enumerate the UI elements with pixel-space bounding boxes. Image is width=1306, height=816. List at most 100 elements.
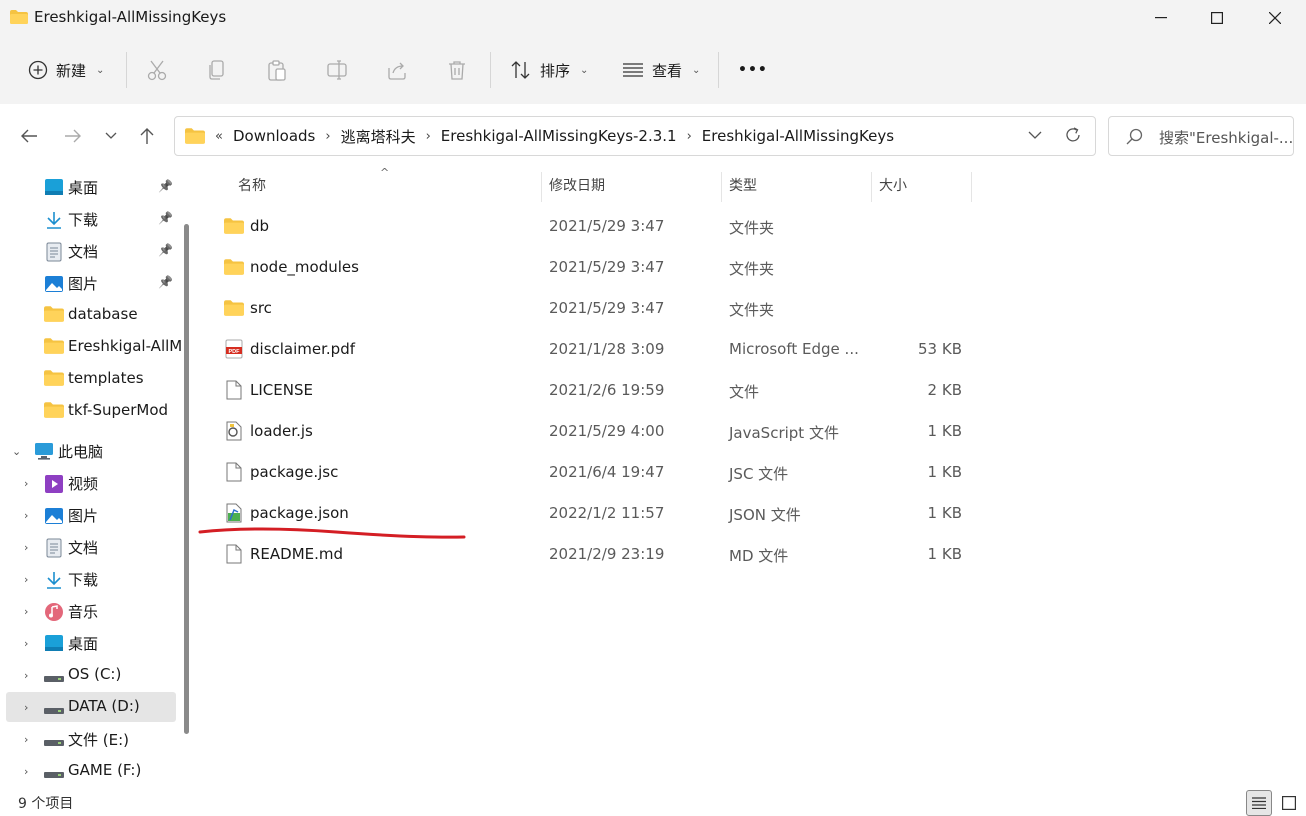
- sidebar-item[interactable]: 图片 📌: [0, 268, 178, 298]
- new-button[interactable]: 新建 ⌄: [28, 50, 104, 90]
- column-header-date[interactable]: 修改日期: [549, 168, 605, 202]
- file-row[interactable]: db 2021/5/29 3:47 文件夹: [196, 206, 996, 247]
- crumb-current[interactable]: Ereshkigal-AllMissingKeys: [702, 127, 894, 145]
- sidebar-item[interactable]: › DATA (D:): [6, 692, 176, 722]
- drive-icon: [44, 734, 64, 752]
- tiles-view-icon: [1282, 796, 1296, 810]
- chevron-right-icon[interactable]: ›: [24, 573, 28, 586]
- navigation-bar: « Downloads › 逃离塔科夫 › Ereshkigal-AllMiss…: [0, 104, 1306, 168]
- pc-icon: [34, 442, 54, 460]
- column-divider[interactable]: [541, 172, 542, 202]
- copy-button[interactable]: [206, 50, 228, 90]
- sidebar-item[interactable]: 桌面 📌: [0, 172, 178, 202]
- column-divider[interactable]: [971, 172, 972, 202]
- sidebar-item[interactable]: › GAME (F:): [0, 756, 178, 786]
- chevron-right-icon[interactable]: ›: [325, 129, 330, 144]
- file-row[interactable]: src 2021/5/29 3:47 文件夹: [196, 288, 996, 329]
- script-icon: [224, 421, 244, 441]
- chevron-right-icon[interactable]: ›: [24, 541, 28, 554]
- crumb-tarkov[interactable]: 逃离塔科夫: [341, 126, 416, 147]
- file-size: 1 KB: [927, 504, 962, 522]
- sidebar-item[interactable]: Ereshkigal-AllM: [0, 332, 182, 362]
- refresh-button[interactable]: [1063, 125, 1083, 149]
- share-icon: [388, 62, 406, 80]
- folder-icon: [44, 370, 64, 388]
- sidebar-item[interactable]: › 音乐: [0, 596, 178, 626]
- file-date: 2021/2/6 19:59: [549, 381, 665, 399]
- sort-button[interactable]: 排序 ⌄: [510, 50, 588, 90]
- search-input[interactable]: 搜索"Ereshkigal-...: [1159, 127, 1293, 148]
- recent-locations-button[interactable]: [96, 122, 126, 150]
- file-row[interactable]: node_modules 2021/5/29 3:47 文件夹: [196, 247, 996, 288]
- file-name: disclaimer.pdf: [250, 340, 355, 358]
- file-row[interactable]: package.jsc 2021/6/4 19:47 JSC 文件 1 KB: [196, 452, 996, 493]
- chevron-right-icon[interactable]: ›: [426, 129, 431, 144]
- pin-icon: 📌: [158, 179, 173, 193]
- file-row[interactable]: loader.js 2021/5/29 4:00 JavaScript 文件 1 KB: [196, 411, 996, 452]
- chevron-right-icon[interactable]: ›: [24, 605, 28, 618]
- sidebar-item[interactable]: 下载 📌: [0, 204, 178, 234]
- details-view-button[interactable]: [1246, 790, 1272, 816]
- column-header-type[interactable]: 类型: [729, 168, 757, 202]
- search-box[interactable]: 搜索"Ereshkigal-...: [1108, 116, 1294, 156]
- tiles-view-button[interactable]: [1276, 790, 1302, 816]
- share-button[interactable]: [386, 50, 408, 90]
- forward-button[interactable]: [58, 122, 88, 150]
- address-bar[interactable]: « Downloads › 逃离塔科夫 › Ereshkigal-AllMiss…: [174, 116, 1096, 156]
- chevron-down-icon[interactable]: ⌄: [12, 445, 21, 458]
- sidebar-item[interactable]: templates: [0, 364, 178, 394]
- chevron-right-icon[interactable]: ›: [24, 733, 28, 746]
- column-divider[interactable]: [721, 172, 722, 202]
- more-options-button[interactable]: •••: [738, 50, 768, 90]
- sidebar-item[interactable]: › 文档: [0, 532, 178, 562]
- sidebar-item[interactable]: ⌄ 此电脑: [0, 436, 178, 466]
- chevron-right-icon[interactable]: ›: [24, 669, 28, 682]
- sidebar-item[interactable]: 文档 📌: [0, 236, 178, 266]
- file-type: JSON 文件: [729, 506, 801, 524]
- overflow-crumb[interactable]: «: [215, 129, 223, 144]
- view-icon: [623, 63, 643, 77]
- folder-icon: [185, 128, 205, 144]
- file-name: README.md: [250, 545, 344, 563]
- delete-button[interactable]: [446, 50, 468, 90]
- sidebar-item[interactable]: › 图片: [0, 500, 178, 530]
- sidebar-item[interactable]: › 下载: [0, 564, 178, 594]
- sidebar-item[interactable]: › 视频: [0, 468, 178, 498]
- sidebar-item-label: templates: [68, 369, 144, 387]
- sidebar-item[interactable]: tkf-SuperMod: [0, 396, 178, 426]
- minimize-button[interactable]: [1132, 0, 1190, 36]
- sidebar-item[interactable]: database: [0, 300, 178, 330]
- search-icon: [1126, 128, 1143, 145]
- crumb-version[interactable]: Ereshkigal-AllMissingKeys-2.3.1: [441, 127, 677, 145]
- paste-button[interactable]: [266, 50, 288, 90]
- chevron-right-icon[interactable]: ›: [24, 637, 28, 650]
- sidebar-scrollbar[interactable]: [184, 224, 189, 734]
- rename-icon: [327, 60, 347, 80]
- file-row[interactable]: LICENSE 2021/2/6 19:59 文件 2 KB: [196, 370, 996, 411]
- back-button[interactable]: [14, 122, 44, 150]
- column-header-name[interactable]: 名称: [238, 168, 266, 202]
- chevron-right-icon[interactable]: ›: [24, 509, 28, 522]
- rename-button[interactable]: [326, 50, 348, 90]
- cut-button[interactable]: [146, 50, 168, 90]
- sidebar-item[interactable]: › 文件 (E:): [0, 724, 178, 754]
- up-button[interactable]: [132, 122, 162, 150]
- download-icon: [44, 210, 64, 229]
- chevron-down-icon: [105, 132, 117, 139]
- file-row[interactable]: PDF disclaimer.pdf 2021/1/28 3:09 Microsoft…: [196, 329, 996, 370]
- chevron-right-icon[interactable]: ›: [24, 765, 28, 778]
- chevron-right-icon[interactable]: ›: [24, 477, 28, 490]
- crumb-downloads[interactable]: Downloads: [233, 127, 315, 145]
- view-button[interactable]: 查看 ⌄: [622, 50, 700, 90]
- close-button[interactable]: [1246, 0, 1304, 36]
- folder-icon: [10, 10, 28, 24]
- sidebar-item[interactable]: › 桌面: [0, 628, 178, 658]
- file-date: 2021/5/29 3:47: [549, 217, 665, 235]
- chevron-right-icon[interactable]: ›: [687, 129, 692, 144]
- column-divider[interactable]: [871, 172, 872, 202]
- chevron-right-icon[interactable]: ›: [24, 701, 28, 714]
- column-header-size[interactable]: 大小: [879, 168, 907, 202]
- address-history-button[interactable]: [1027, 126, 1043, 148]
- maximize-button[interactable]: [1188, 0, 1246, 36]
- sidebar-item[interactable]: › OS (C:): [0, 660, 178, 690]
